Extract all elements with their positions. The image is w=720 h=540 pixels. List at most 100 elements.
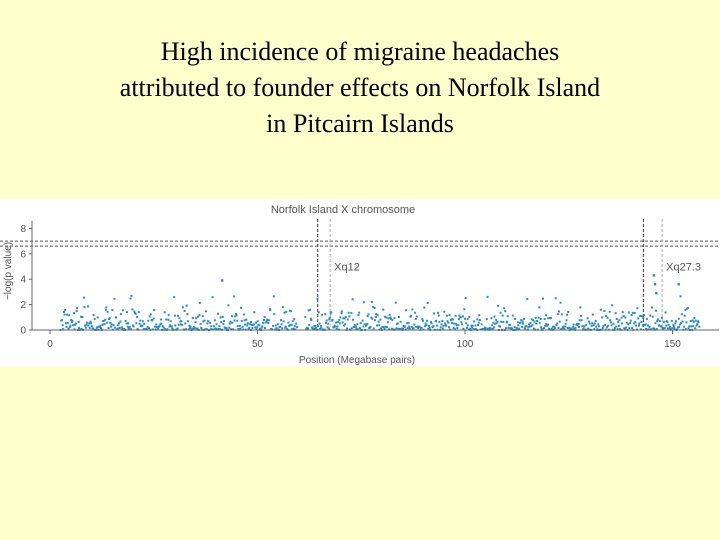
snp-point [357,314,360,317]
snp-point [137,311,140,314]
snp-point [235,314,238,317]
snp-point [615,325,618,328]
snp-point [644,323,647,326]
snp-point [500,320,503,323]
snp-point [239,327,242,330]
snp-point [163,311,166,314]
snp-point [255,327,258,330]
snp-point [620,316,623,319]
snp-point [177,323,180,326]
snp-point [276,323,279,326]
snp-point [442,325,445,328]
snp-point [465,322,468,325]
manhattan-plot-figure: Norfolk Island X chromosome −log(p value… [0,199,720,367]
snp-point [354,325,357,328]
snp-point [101,323,104,326]
snp-point [272,324,275,327]
snp-point [346,318,349,321]
snp-point [391,319,394,322]
snp-point [316,297,319,300]
snp-point [105,306,108,309]
snp-point [341,321,344,324]
snp-point [386,321,389,324]
slide-title-line-2: attributed to founder effects on Norfolk… [119,73,601,102]
snp-point [415,315,418,318]
snp-point [545,323,548,326]
y-tick-label: 6 [20,249,26,260]
snp-point [694,327,697,330]
snp-point [492,321,495,324]
snp-point [688,325,691,328]
snp-point [518,327,521,330]
snp-point [667,323,670,326]
locus-markers: Xq12 Xq27.3 [317,219,701,330]
snp-point [693,317,696,320]
snp-point [474,324,477,327]
snp-point [304,316,307,319]
snp-point [634,321,637,324]
snp-point [405,309,408,312]
snp-point [414,311,417,314]
snp-point [319,324,322,327]
snp-point [274,324,277,327]
snp-point [588,320,591,323]
snp-point [198,301,201,304]
snp-point [628,327,631,330]
snp-point [567,310,570,313]
snp-point [435,319,438,322]
snp-point [424,322,427,325]
snp-point [372,327,375,330]
manhattan-plot: Norfolk Island X chromosome −log(p value… [0,204,719,366]
snp-point [191,317,194,320]
snp-point [263,315,266,318]
snp-point [252,323,255,326]
snp-point [113,297,116,300]
snp-point [597,323,600,326]
snp-point [167,318,170,321]
snp-point [215,323,218,326]
snp-point [108,317,111,320]
snp-point [590,324,593,327]
snp-point [642,313,645,316]
snp-point [493,326,496,329]
snp-point [408,325,411,328]
snp-point [86,305,89,308]
snp-point-peak [677,283,680,286]
snp-point [72,312,75,315]
snp-point [432,325,435,328]
snp-point [489,327,492,330]
snp-point [516,327,519,330]
snp-point [493,315,496,318]
snp-point [62,311,65,314]
snp-point [340,310,343,313]
snp-point [318,322,321,325]
snp-point [217,312,220,315]
snp-point [617,324,620,327]
snp-point [422,319,425,322]
snp-point [586,317,589,320]
snp-point [153,308,156,311]
snp-point [673,327,676,330]
snp-point [579,306,582,309]
snp-point [386,326,389,329]
snp-point [248,323,251,326]
snp-point [106,321,109,324]
snp-point [692,320,695,323]
snp-point [379,318,382,321]
snp-point [654,322,657,325]
snp-point [672,325,675,328]
snp-point [462,327,465,330]
snp-point [63,313,66,316]
snp-point-peak [653,283,657,286]
snp-point [450,321,453,324]
snp-point [112,324,115,327]
snp-point [228,322,231,325]
snp-point [480,323,483,326]
snp-point [194,321,197,324]
x-tick-label: 50 [252,339,264,350]
snp-point [165,318,168,321]
snp-point [580,319,583,322]
snp-point [656,320,659,323]
snp-point [110,325,113,328]
snp-point [425,324,428,327]
